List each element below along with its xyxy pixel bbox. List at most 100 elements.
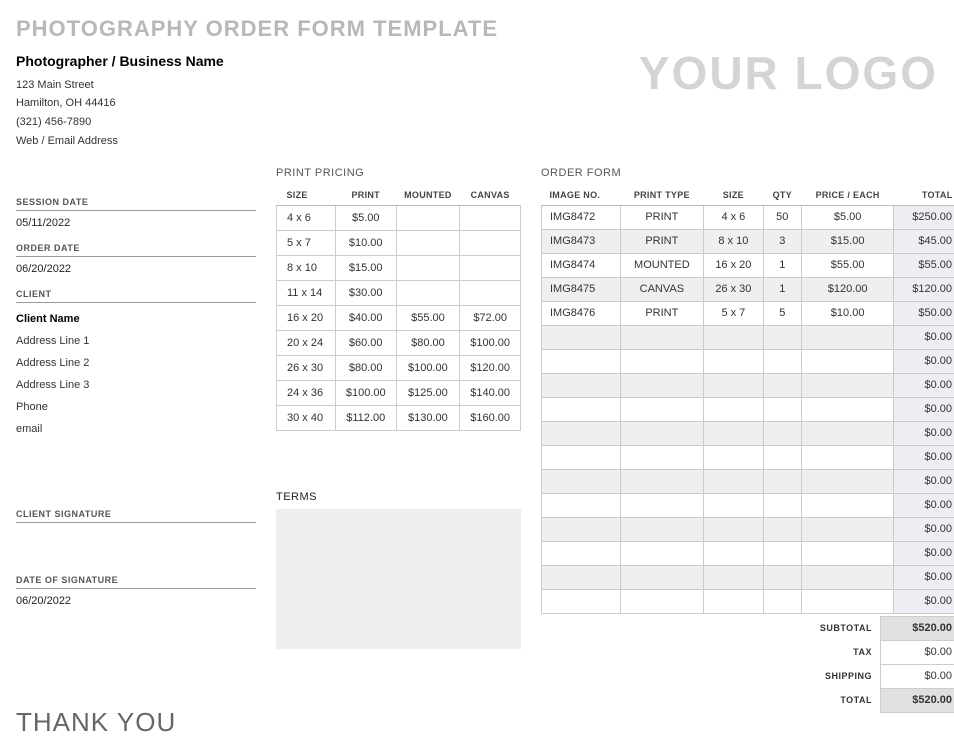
order-row: $0.00: [542, 421, 954, 445]
order-cell-total: $250.00: [894, 205, 954, 229]
order-cell-size: 4 x 6: [704, 205, 764, 229]
order-row: IMG8476PRINT5 x 75$10.00$50.00: [542, 301, 954, 325]
order-cell-price: [801, 349, 894, 373]
order-cell-img: [542, 325, 621, 349]
order-cell-qty: [763, 469, 801, 493]
order-cell-total: $0.00: [894, 493, 954, 517]
order-cell-img: [542, 589, 621, 613]
pricing-cell-mounted: [396, 255, 460, 280]
order-cell-price: $55.00: [801, 253, 894, 277]
order-row: $0.00: [542, 325, 954, 349]
pricing-cell-mounted: $55.00: [396, 305, 460, 330]
order-cell-img: [542, 445, 621, 469]
tax-value: $0.00: [881, 640, 954, 664]
pricing-cell-mounted: $80.00: [396, 330, 460, 355]
order-cell-size: [704, 469, 764, 493]
order-cell-size: [704, 373, 764, 397]
order-row: IMG8475CANVAS26 x 301$120.00$120.00: [542, 277, 954, 301]
print-pricing-title: PRINT PRICING: [276, 167, 521, 179]
order-cell-size: [704, 325, 764, 349]
pricing-cell-size: 8 x 10: [277, 255, 336, 280]
order-row: $0.00: [542, 445, 954, 469]
order-cell-price: $15.00: [801, 229, 894, 253]
client-label: CLIENT: [16, 289, 256, 303]
order-cell-total: $0.00: [894, 589, 954, 613]
order-cell-size: 5 x 7: [704, 301, 764, 325]
pricing-row: 5 x 7$10.00: [277, 230, 521, 255]
order-cell-qty: [763, 493, 801, 517]
client-name: Client Name: [16, 313, 256, 325]
pricing-cell-mounted: $100.00: [396, 355, 460, 380]
pricing-cell-canvas: $120.00: [460, 355, 521, 380]
pricing-cell-mounted: [396, 205, 460, 230]
order-date-label: ORDER DATE: [16, 243, 256, 257]
pricing-row: 26 x 30$80.00$100.00$120.00: [277, 355, 521, 380]
order-cell-qty: 3: [763, 229, 801, 253]
client-phone: Phone: [16, 401, 256, 413]
order-cell-total: $0.00: [894, 421, 954, 445]
terms-box: [276, 509, 521, 649]
order-cell-total: $55.00: [894, 253, 954, 277]
pricing-cell-size: 4 x 6: [277, 205, 336, 230]
client-address-1: Address Line 1: [16, 335, 256, 347]
order-cell-size: [704, 517, 764, 541]
pricing-row: 11 x 14$30.00: [277, 280, 521, 305]
order-header-img: IMAGE NO.: [542, 185, 621, 206]
order-cell-img: [542, 469, 621, 493]
order-row: $0.00: [542, 565, 954, 589]
pricing-row: 20 x 24$60.00$80.00$100.00: [277, 330, 521, 355]
order-cell-img: [542, 373, 621, 397]
pricing-cell-canvas: $160.00: [460, 405, 521, 430]
pricing-row: 30 x 40$112.00$130.00$160.00: [277, 405, 521, 430]
order-row: IMG8473PRINT8 x 103$15.00$45.00: [542, 229, 954, 253]
order-cell-type: [620, 493, 703, 517]
order-cell-type: [620, 445, 703, 469]
order-header-total: TOTAL: [894, 185, 954, 206]
client-email: email: [16, 423, 256, 435]
order-cell-type: [620, 349, 703, 373]
pricing-header-mounted: MOUNTED: [396, 185, 460, 206]
order-cell-price: [801, 421, 894, 445]
order-cell-size: [704, 493, 764, 517]
order-cell-qty: [763, 517, 801, 541]
order-row: $0.00: [542, 349, 954, 373]
order-cell-img: IMG8476: [542, 301, 621, 325]
order-cell-type: CANVAS: [620, 277, 703, 301]
pricing-cell-canvas: [460, 280, 521, 305]
order-cell-type: [620, 517, 703, 541]
pricing-cell-print: $112.00: [335, 405, 396, 430]
order-cell-price: [801, 469, 894, 493]
business-name: Photographer / Business Name: [16, 50, 224, 74]
order-cell-size: [704, 421, 764, 445]
order-cell-size: [704, 349, 764, 373]
order-cell-img: IMG8472: [542, 205, 621, 229]
order-cell-img: [542, 421, 621, 445]
pricing-cell-print: $10.00: [335, 230, 396, 255]
order-row: $0.00: [542, 397, 954, 421]
order-cell-type: PRINT: [620, 301, 703, 325]
business-address-2: Hamilton, OH 44416: [16, 94, 224, 113]
thank-you: THANK YOU: [16, 707, 256, 738]
client-address-3: Address Line 3: [16, 379, 256, 391]
order-cell-qty: 1: [763, 277, 801, 301]
order-cell-total: $0.00: [894, 397, 954, 421]
pricing-cell-canvas: [460, 255, 521, 280]
order-cell-qty: 1: [763, 253, 801, 277]
pricing-cell-size: 5 x 7: [277, 230, 336, 255]
session-date-label: SESSION DATE: [16, 197, 256, 211]
order-cell-total: $0.00: [894, 349, 954, 373]
pricing-cell-canvas: $72.00: [460, 305, 521, 330]
pricing-cell-size: 26 x 30: [277, 355, 336, 380]
order-cell-type: PRINT: [620, 205, 703, 229]
pricing-table: SIZE PRINT MOUNTED CANVAS 4 x 6$5.005 x …: [276, 185, 521, 431]
order-cell-img: [542, 349, 621, 373]
order-cell-total: $0.00: [894, 325, 954, 349]
order-cell-price: $10.00: [801, 301, 894, 325]
pricing-cell-print: $5.00: [335, 205, 396, 230]
pricing-row: 4 x 6$5.00: [277, 205, 521, 230]
total-value: $520.00: [881, 688, 954, 712]
pricing-row: 8 x 10$15.00: [277, 255, 521, 280]
pricing-header-canvas: CANVAS: [460, 185, 521, 206]
order-cell-type: [620, 373, 703, 397]
order-cell-img: IMG8474: [542, 253, 621, 277]
